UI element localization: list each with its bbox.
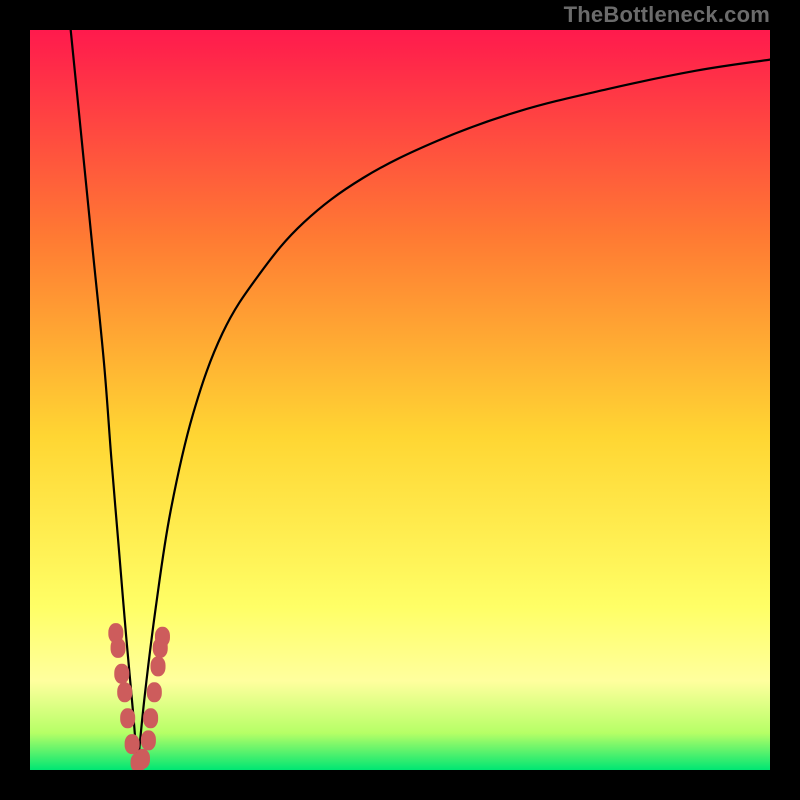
scatter-marker <box>114 664 129 684</box>
scatter-marker <box>135 749 150 769</box>
scatter-marker <box>143 708 158 728</box>
scatter-marker <box>155 627 170 647</box>
chart-frame: TheBottleneck.com <box>0 0 800 800</box>
scatter-marker <box>117 682 132 702</box>
scatter-marker <box>111 638 126 658</box>
scatter-marker <box>151 656 166 676</box>
gradient-background <box>30 30 770 770</box>
scatter-marker <box>120 708 135 728</box>
scatter-marker <box>125 734 140 754</box>
scatter-marker <box>141 730 156 750</box>
chart-svg <box>30 30 770 770</box>
watermark-text: TheBottleneck.com <box>564 2 770 28</box>
scatter-marker <box>147 682 162 702</box>
plot-area <box>30 30 770 770</box>
